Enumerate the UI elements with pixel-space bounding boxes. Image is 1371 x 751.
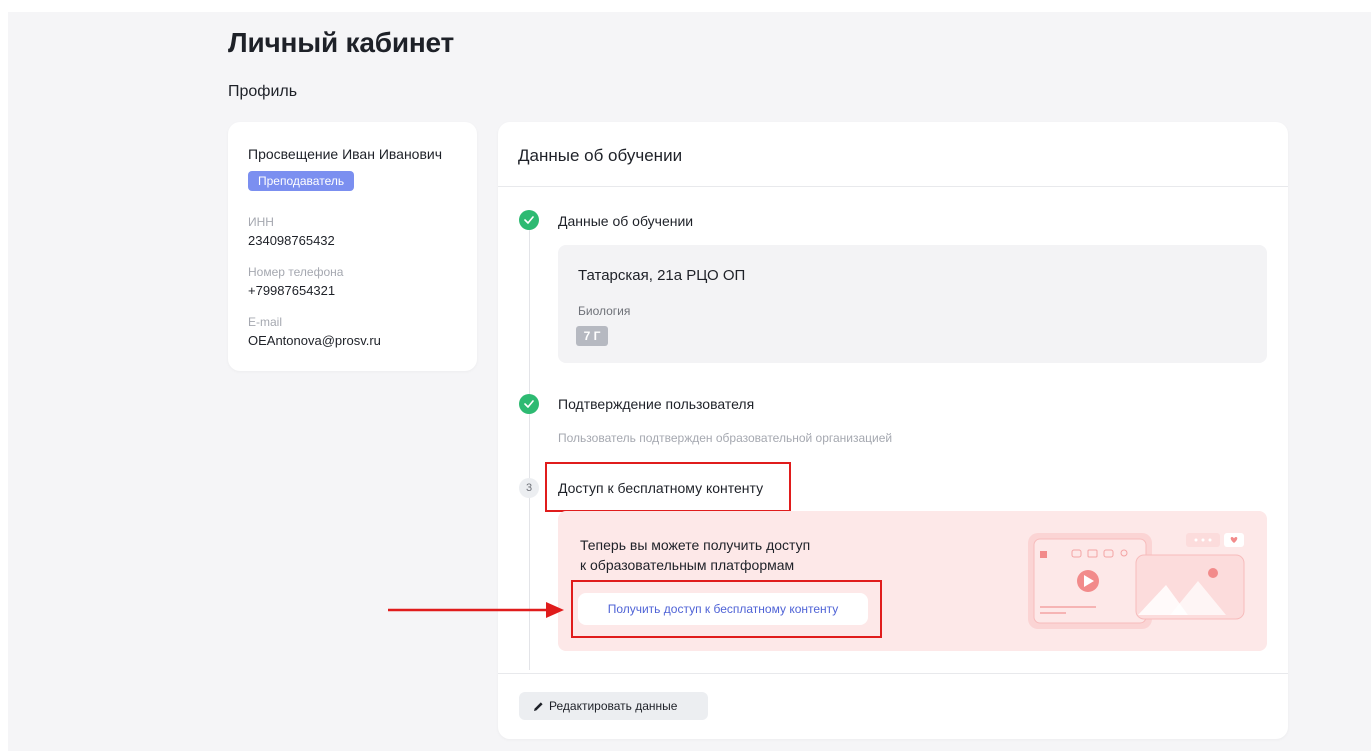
edit-data-label: Редактировать данные [549, 699, 678, 713]
promo-text: Теперь вы можете получить доступ к образ… [580, 535, 810, 575]
red-arrow-icon [388, 602, 564, 618]
check-circle-icon [519, 394, 539, 414]
page-title: Личный кабинет [228, 27, 455, 58]
subject-label: Биология [578, 304, 631, 318]
section-title: Профиль [228, 83, 298, 100]
profile-card: Просвещение Иван Иванович Преподаватель … [228, 122, 477, 371]
phone-value: +79987654321 [248, 283, 336, 298]
edit-data-button[interactable]: Редактировать данные [519, 692, 708, 720]
check-circle-icon [519, 210, 539, 230]
education-card-title: Данные об обучении [518, 146, 683, 165]
email-value: OEAntonova@prosv.ru [248, 333, 381, 348]
promo-line-2: к образовательным платформам [580, 557, 795, 573]
education-card: Данные об обучении Данные об обучении Та… [498, 122, 1288, 739]
inn-value: 234098765432 [248, 233, 335, 248]
education-info-box: Татарская, 21а РЦО ОП Биология 7 Г [558, 245, 1267, 363]
phone-label: Номер телефона [248, 265, 344, 279]
organization-name: Татарская, 21а РЦО ОП [578, 267, 746, 284]
pencil-icon [534, 702, 543, 711]
highlight-frame-access-button [571, 580, 882, 638]
profile-name: Просвещение Иван Иванович [248, 146, 443, 162]
step-number-badge: 3 [519, 478, 539, 498]
education-card-header: Данные об обучении [498, 122, 1288, 187]
platform-illustration-icon [1028, 533, 1245, 629]
promo-line-1: Теперь вы можете получить доступ [580, 537, 811, 553]
step-confirmation-title: Подтверждение пользователя [558, 396, 755, 412]
card-footer-divider [498, 673, 1288, 674]
step-education-title: Данные об обучении [558, 213, 694, 229]
email-label: E-mail [248, 315, 283, 329]
grade-badge: 7 Г [576, 326, 608, 346]
highlight-frame-step-title [545, 462, 791, 512]
role-badge: Преподаватель [248, 171, 355, 191]
step-confirmation-note: Пользователь подтвержден образовательной… [558, 431, 893, 445]
inn-label: ИНН [248, 215, 274, 229]
